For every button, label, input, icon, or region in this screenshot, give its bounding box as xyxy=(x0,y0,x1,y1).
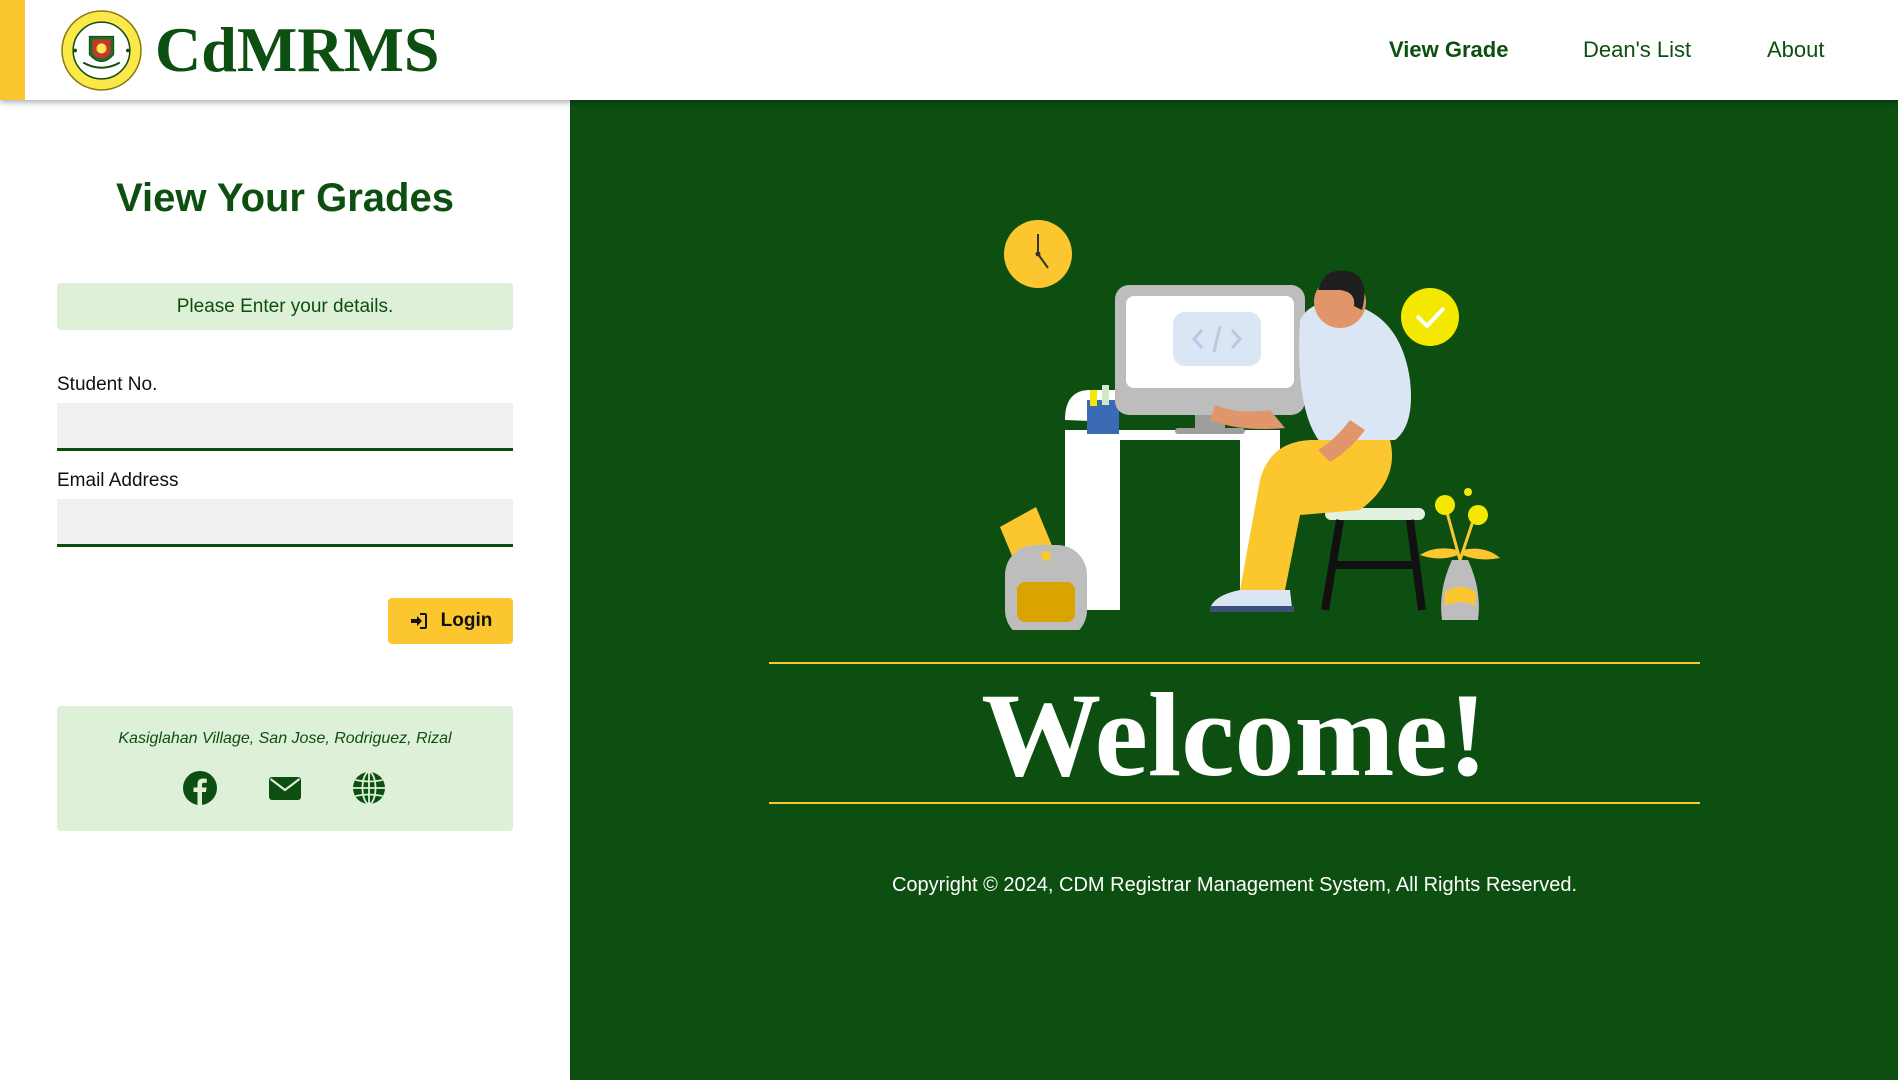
email-label: Email Address xyxy=(57,470,179,491)
email-link[interactable] xyxy=(266,769,304,807)
email-input[interactable] xyxy=(57,499,513,547)
student-no-label: Student No. xyxy=(57,374,158,395)
copyright-text: Copyright © 2024, CDM Registrar Manageme… xyxy=(891,874,1577,896)
divider-top xyxy=(769,662,1700,664)
login-label: Login xyxy=(440,610,493,631)
login-button[interactable]: Login xyxy=(388,598,513,644)
nav-about[interactable]: About xyxy=(1767,37,1825,63)
form-title: View Your Grades xyxy=(116,176,454,220)
student-at-computer-illustration xyxy=(1000,220,1500,630)
welcome-panel: Welcome! Copyright © 2024, CDM Registrar… xyxy=(570,100,1898,1080)
form-notice: Please Enter your details. xyxy=(57,283,513,330)
top-navbar: CdMRMS View Grade Dean's List About xyxy=(0,0,1898,100)
facebook-link[interactable] xyxy=(181,769,219,807)
welcome-heading: Welcome! xyxy=(981,668,1488,801)
brand-title: CdMRMS xyxy=(155,14,440,85)
website-link[interactable] xyxy=(350,769,388,807)
login-panel: View Your Grades Please Enter your detai… xyxy=(0,100,570,1080)
contact-info-box: Kasiglahan Village, San Jose, Rodriguez,… xyxy=(57,706,513,831)
sign-in-icon xyxy=(410,613,427,629)
college-seal-logo[interactable] xyxy=(61,10,142,91)
header-accent-bar xyxy=(0,0,25,100)
checkmark-icon xyxy=(1401,288,1459,346)
nav-deans-list[interactable]: Dean's List xyxy=(1583,37,1691,63)
address-text: Kasiglahan Village, San Jose, Rodriguez,… xyxy=(118,730,452,747)
facebook-icon xyxy=(183,771,217,805)
globe-icon xyxy=(353,771,385,805)
envelope-icon xyxy=(269,777,301,800)
student-no-input[interactable] xyxy=(57,403,513,451)
nav-view-grade[interactable]: View Grade xyxy=(1389,37,1508,63)
clock-icon xyxy=(1004,220,1072,288)
divider-bottom xyxy=(769,802,1700,804)
